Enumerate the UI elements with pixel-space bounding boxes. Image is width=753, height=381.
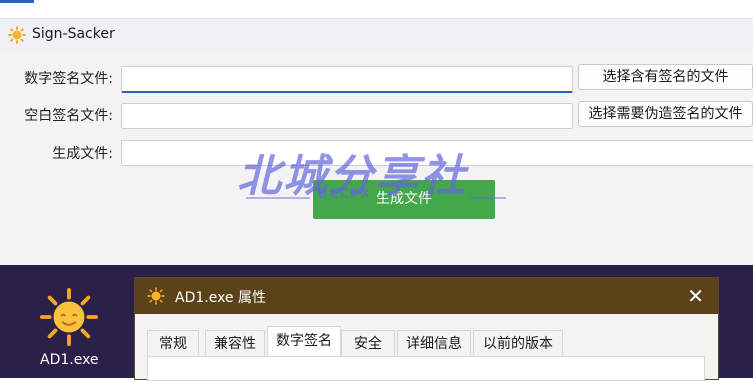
- choose-signed-file-button[interactable]: 选择含有签名的文件: [578, 64, 753, 90]
- ad1-sun-icon[interactable]: [40, 288, 98, 346]
- blank-file-input[interactable]: [121, 103, 573, 129]
- top-accent-line: [0, 0, 34, 3]
- properties-dialog: AD1.exe 属性 ✕ 常规 兼容性 数字签名 安全 详细信息 以前的版本: [134, 277, 719, 381]
- sun-icon: [8, 26, 26, 44]
- tab-security[interactable]: 安全: [341, 330, 395, 357]
- tab-general[interactable]: 常规: [147, 330, 199, 357]
- blank-file-label: 空白签名文件:: [24, 108, 113, 124]
- signed-file-input[interactable]: [121, 66, 573, 93]
- output-file-label: 生成文件:: [52, 146, 113, 162]
- close-icon[interactable]: ✕: [687, 284, 704, 308]
- tab-previous-versions[interactable]: 以前的版本: [473, 330, 563, 357]
- ad1-desktop-label: AD1.exe: [40, 352, 99, 368]
- watermark-subtext: BCCFX: [318, 187, 371, 202]
- tab-digital-signatures[interactable]: 数字签名: [267, 326, 341, 357]
- title-bar: Sign-Sacker: [0, 19, 753, 51]
- sun-icon: [147, 287, 165, 305]
- watermark-line-right: [470, 197, 506, 199]
- choose-fake-file-button[interactable]: 选择需要伪造签名的文件: [578, 101, 753, 127]
- window-title: Sign-Sacker: [32, 26, 115, 42]
- signed-file-label: 数字签名文件:: [24, 71, 113, 87]
- watermark-line-left: [246, 197, 310, 199]
- dialog-title-bar: AD1.exe 属性 ✕: [135, 278, 718, 314]
- tab-content-panel: [147, 356, 705, 381]
- tab-compatibility[interactable]: 兼容性: [205, 330, 265, 357]
- dialog-title: AD1.exe 属性: [175, 290, 266, 306]
- tab-details[interactable]: 详细信息: [397, 330, 471, 357]
